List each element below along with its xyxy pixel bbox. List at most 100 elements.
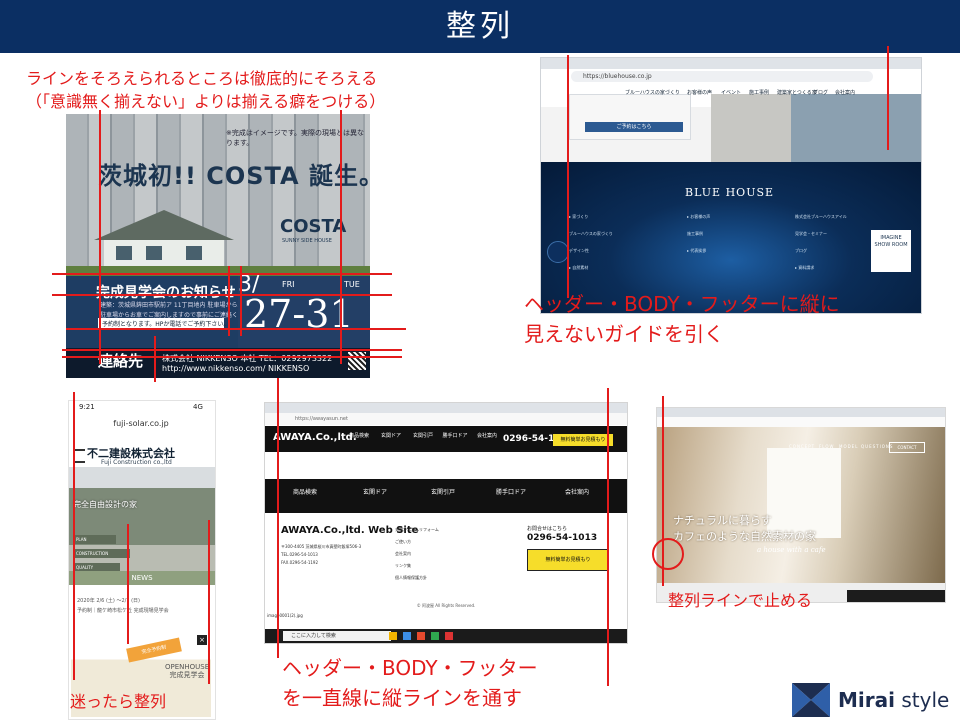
guide-line-horizontal	[52, 273, 392, 275]
note-through-line-2: を一直線に縦ラインを通す	[282, 686, 522, 710]
fuji-url: fuji-solar.co.jp	[113, 419, 169, 428]
download-item[interactable]: image0001(2).jpg	[267, 613, 303, 618]
note-invisible-guide-1: ヘッダー・BODY・フッターに縦に	[524, 292, 840, 316]
awaya-tel: TEL.0296-54-1013	[281, 552, 318, 557]
awaya-band-item[interactable]: 商品検索	[279, 489, 331, 497]
awaya-copyright: © 阿波屋 All Rights Reserved.	[416, 603, 476, 608]
fuji-mobile-screenshot: 9:21 4G fuji-solar.co.jp 不二建設株式会社 Fuji C…	[68, 400, 216, 720]
awaya-menu-item[interactable]: 勝手口ドア	[439, 433, 471, 440]
awaya-footer-estimate-button[interactable]: 無料簡単お見積もり	[527, 549, 609, 571]
awaya-address: 〒300-4405 茨城県桜川市真壁町飯塚506-3	[281, 544, 362, 549]
status-signal: 4G	[193, 403, 203, 411]
costa-event-title: 完成見学会のお知らせ	[96, 285, 236, 301]
footer-link[interactable]: ▸ 資料請求	[795, 259, 847, 276]
awaya-band-item[interactable]: 玄関引戸	[417, 489, 469, 497]
awaya-screenshot: https://awayasun.net AWAYA.Co.,ltd. 商品検索…	[264, 402, 628, 644]
interior-window	[767, 448, 841, 538]
costa-contact-label: 連絡先	[98, 352, 144, 370]
note-align-habit: （「意識無く揃えない」よりは揃える癖をつける）	[26, 92, 386, 111]
footer-link[interactable]: ▸ 自然素材	[569, 259, 613, 276]
awaya-menu-item[interactable]: 玄関引戸	[407, 433, 439, 440]
house-window	[146, 246, 162, 260]
note-align-thoroughly: ラインをそろえられるところは徹底的にそろえる	[26, 69, 378, 88]
guide-line-vertical	[208, 520, 210, 684]
footer-link[interactable]: ▸ 家づくり	[569, 208, 613, 225]
note-through-line-1: ヘッダー・BODY・フッター	[282, 656, 538, 680]
bluehouse-logo-panel	[569, 94, 691, 140]
app-icon[interactable]	[445, 632, 453, 640]
footer-link[interactable]: ▸ お客様の声	[687, 208, 710, 225]
bluehouse-footer-brand: BLUE HOUSE	[685, 186, 775, 199]
windows-taskbar	[847, 590, 945, 602]
folder-icon[interactable]	[389, 632, 397, 640]
awaya-band-item[interactable]: 玄関ドア	[349, 489, 401, 497]
fuji-news-date: 2020年 2/6 (土) ～2/7 (日)	[77, 598, 140, 604]
awaya-footer-link[interactable]: 玄関かんたんリフォーム	[395, 527, 439, 533]
footer-link[interactable]: デザイン性	[569, 242, 613, 259]
natural-nav-item[interactable]: FLOW	[819, 444, 835, 449]
house-window	[186, 246, 202, 260]
edge-icon[interactable]	[403, 632, 411, 640]
fuji-tag: CONSTRUCTION	[73, 549, 130, 558]
bluehouse-reserve-button[interactable]: ご予約はこちら	[585, 122, 683, 132]
close-icon[interactable]: ×	[197, 635, 207, 645]
natural-contact-button[interactable]: CONTACT	[889, 442, 925, 453]
awaya-menu-item[interactable]: 商品検索	[343, 433, 375, 440]
hamburger-menu-icon[interactable]	[75, 449, 85, 463]
guide-line-vertical	[240, 266, 242, 336]
house-roof	[94, 210, 234, 240]
taskbar-search-input[interactable]: ここに入力して検索	[283, 631, 391, 641]
awaya-spacer	[265, 452, 627, 478]
note-stop-at-line: 整列ラインで止める	[668, 591, 813, 610]
awaya-estimate-button[interactable]: 無料簡単お見積もり	[553, 434, 613, 446]
footer-link[interactable]: 見学会・セミナー	[795, 225, 847, 242]
fuji-tag: PLAN	[73, 535, 116, 544]
costa-note: ※完成はイメージです。実際の現場とは異なります。	[226, 129, 365, 147]
awaya-url: https://awayasun.net	[265, 413, 627, 425]
costa-flyer: ※完成はイメージです。実際の現場とは異なります。 茨城初!! COSTA 誕生。…	[66, 114, 370, 378]
awaya-band-item[interactable]: 勝手口ドア	[485, 489, 537, 497]
house-window	[116, 246, 132, 260]
guide-line-vertical	[73, 392, 75, 680]
footer-link[interactable]: 株式会社ブルーハウスアイル	[795, 208, 847, 225]
awaya-menu-item[interactable]: 会社案内	[471, 433, 503, 440]
note-invisible-guide-2: 見えないガイドを引く	[524, 322, 724, 346]
awaya-footer-link[interactable]: リンク集	[395, 563, 411, 569]
guide-line-horizontal	[62, 356, 402, 358]
natural-nav-item[interactable]: CONCEPT	[789, 444, 815, 449]
awaya-footer-link[interactable]: ご使い方	[395, 539, 411, 545]
awaya-footer-phone: 0296-54-1013	[527, 533, 598, 543]
guide-line-vertical	[340, 110, 342, 364]
footer-link[interactable]: ブルーハウスの家づくり	[569, 225, 613, 242]
footer-link[interactable]: ブログ	[795, 242, 847, 259]
awaya-band-item[interactable]: 会社案内	[551, 489, 603, 497]
page-top-icon[interactable]	[547, 241, 569, 263]
footer-link[interactable]: ▸ 代表挨拶	[687, 242, 710, 259]
awaya-footer-link[interactable]: 会社案内	[395, 551, 411, 557]
bluehouse-footer-col3: 株式会社ブルーハウスアイル 見学会・セミナー ブログ ▸ 資料請求	[795, 208, 847, 276]
bluehouse-showroom-label: IMAGINE SHOW ROOM	[874, 235, 908, 248]
bluehouse-nav-item: お客様の声	[687, 90, 713, 96]
fuji-company-en: Fuji Construction co.,ltd	[101, 459, 172, 466]
note-when-in-doubt-align: 迷ったら整列	[70, 692, 167, 711]
guide-line-vertical	[567, 55, 569, 298]
guide-line-vertical	[277, 378, 279, 658]
awaya-footer-link[interactable]: 個人情報保護方針	[395, 575, 427, 581]
app-icon[interactable]	[417, 632, 425, 640]
footer-link[interactable]: 施工事例	[687, 225, 710, 242]
logo-regular: style	[894, 688, 950, 712]
guide-line-horizontal	[62, 349, 402, 351]
browser-address-bar	[657, 417, 945, 427]
fuji-openhouse-text: OPENHOUSE 完成見学会	[165, 663, 210, 679]
bluehouse-url: https://bluehouse.co.jp	[571, 71, 873, 82]
costa-contact-url: http://www.nikkenso.com/ NIKKENSO	[162, 364, 310, 373]
natural-house-screenshot: CONCEPT FLOW MODEL QUESTIONS CONTACT ナチュ…	[656, 407, 946, 603]
natural-nav-item[interactable]: MODEL	[839, 444, 858, 449]
bluehouse-footer-col2: ▸ お客様の声 施工事例 ▸ 代表挨拶	[687, 208, 710, 259]
costa-brand-sub: SUNNY SIDE HOUSE	[282, 238, 332, 244]
fuji-news-title[interactable]: 予約制｜龍ケ崎市松ケ丘 完成現場見学会	[77, 607, 169, 614]
awaya-menu-item[interactable]: 玄関ドア	[375, 433, 407, 440]
app-icon[interactable]	[431, 632, 439, 640]
bluehouse-footer-col1: ▸ 家づくり ブルーハウスの家づくり デザイン性 ▸ 自然素材	[569, 208, 613, 276]
natural-copy-line2: カフェのような自然素材の家	[673, 530, 816, 543]
